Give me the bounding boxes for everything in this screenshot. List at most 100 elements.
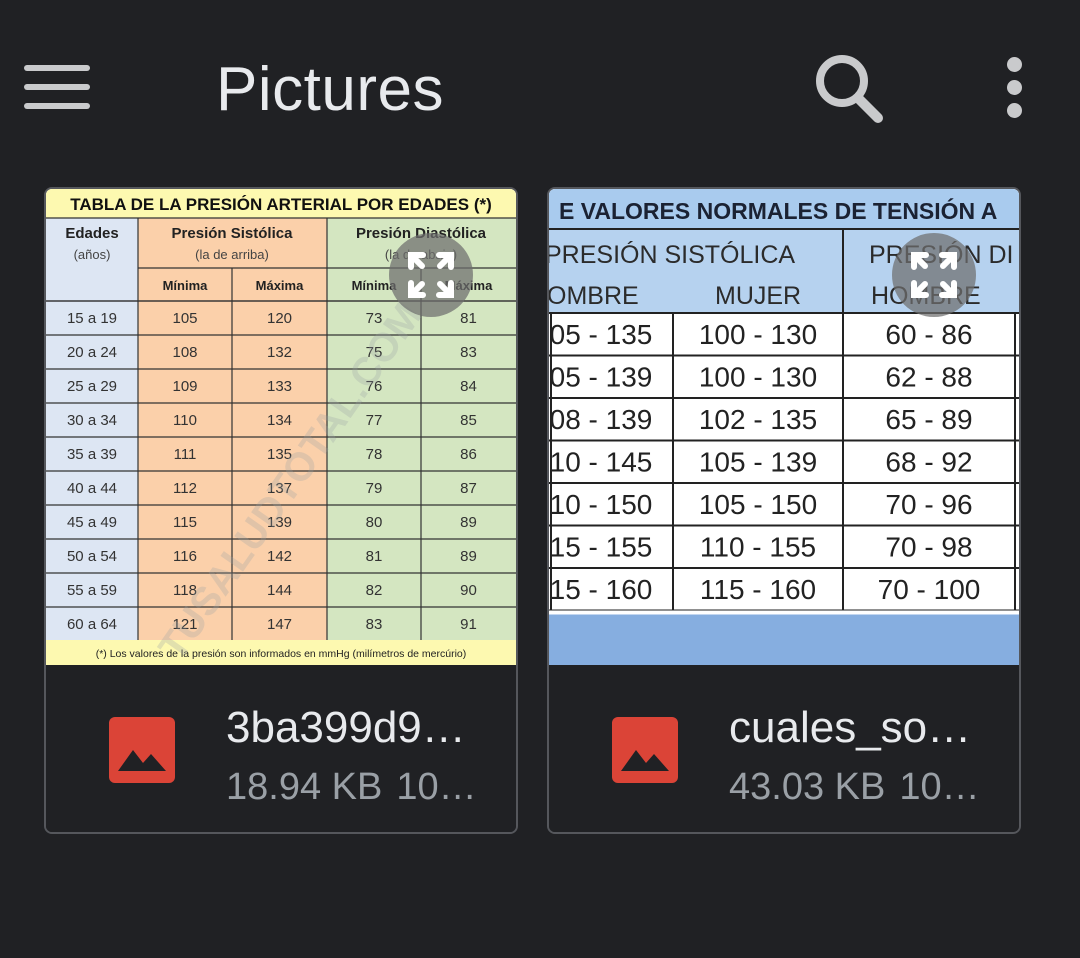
header-systolic: PRESIÓN SISTÓLICA xyxy=(549,240,795,269)
header-ages-sub: (años) xyxy=(74,247,111,262)
table-cell: 60 a 64 xyxy=(67,616,117,633)
header-mujer: MUJER xyxy=(715,282,801,310)
table-cell: 15 - 155 xyxy=(550,532,653,563)
table-cell: 79 xyxy=(366,480,383,497)
table-cell: 144 xyxy=(267,582,292,599)
file-info: cuales_so… 43.03 KB 10… xyxy=(549,665,1019,832)
table-title: TABLA DE LA PRESIÓN ARTERIAL POR EDADES … xyxy=(70,195,492,214)
table-cell: 30 a 34 xyxy=(67,412,117,429)
table-cell: 77 xyxy=(366,412,383,429)
table-cell: 70 - 96 xyxy=(885,489,972,520)
table-cell: 91 xyxy=(460,616,477,633)
table-cell: 05 - 135 xyxy=(550,319,653,350)
file-card[interactable]: TABLA DE LA PRESIÓN ARTERIAL POR EDADES … xyxy=(44,187,518,834)
footnote: (*) Los valores de la presión son inform… xyxy=(96,648,467,660)
table-cell: 108 xyxy=(172,344,197,361)
app-bar: Pictures xyxy=(0,0,1080,170)
table-cell: 109 xyxy=(172,378,197,395)
table-cell: 102 - 135 xyxy=(699,404,817,435)
footer-gap xyxy=(549,610,1019,615)
table-cell: 110 - 155 xyxy=(700,532,816,563)
table-cell: 70 - 100 xyxy=(878,574,981,605)
table-cell: 85 xyxy=(460,412,477,429)
file-card[interactable]: E VALORES NORMALES DE TENSIÓN A PRESIÓN S… xyxy=(547,187,1021,834)
file-name: cuales_so… xyxy=(729,703,972,752)
table-cell: 65 - 89 xyxy=(885,404,972,435)
table-cell: 80 xyxy=(366,514,383,531)
more-vert-icon[interactable] xyxy=(990,50,1040,126)
header-ages: Edades xyxy=(65,225,118,242)
file-size: 18.94 KB xyxy=(226,766,383,808)
table-cell: 20 a 24 xyxy=(67,344,117,361)
table-cell: 10 - 145 xyxy=(550,447,653,478)
table-cell: 116 xyxy=(173,548,197,565)
table-cell: 105 - 139 xyxy=(699,447,817,478)
header-hombre: OMBRE xyxy=(549,282,639,310)
table-cell: 35 a 39 xyxy=(67,446,117,463)
table-cell: 62 - 88 xyxy=(885,362,972,393)
header-systolic: Presión Sistólica xyxy=(172,225,294,242)
table-cell: 68 - 92 xyxy=(885,447,972,478)
header-systolic-sub: (la de arriba) xyxy=(195,247,269,262)
subheader-label: Mínima xyxy=(163,278,209,293)
table-cell: 86 xyxy=(460,446,477,463)
table-cell: 15 - 160 xyxy=(550,574,653,605)
table-title: E VALORES NORMALES DE TENSIÓN A xyxy=(559,197,997,224)
table-cell: 84 xyxy=(460,378,477,395)
file-details: 43.03 KB 10… xyxy=(729,763,994,811)
file-thumbnail[interactable]: E VALORES NORMALES DE TENSIÓN A PRESIÓN S… xyxy=(549,189,1019,665)
table-cell: 132 xyxy=(267,344,292,361)
age-column-bg xyxy=(46,218,138,640)
table-cell: 105 - 150 xyxy=(699,489,817,520)
table-cell: 08 - 139 xyxy=(550,404,653,435)
table-cell: 90 xyxy=(460,582,477,599)
table-cell: 60 - 86 xyxy=(885,319,972,350)
table-cell: 83 xyxy=(460,344,477,361)
table-cell: 10 - 150 xyxy=(550,489,653,520)
table-cell: 83 xyxy=(366,616,383,633)
table-cell: 105 xyxy=(172,310,197,327)
table-cell: 120 xyxy=(267,310,292,327)
table-cell: 05 - 139 xyxy=(550,362,653,393)
table-cell: 112 xyxy=(173,480,197,497)
table-cell: 81 xyxy=(366,548,383,565)
table-cell: 82 xyxy=(366,582,383,599)
table-cell: 111 xyxy=(174,446,197,463)
table-cell: 89 xyxy=(460,514,477,531)
expand-icon[interactable] xyxy=(389,233,473,317)
footer-bg xyxy=(549,614,1019,665)
table-cell: 142 xyxy=(267,548,292,565)
page-title: Pictures xyxy=(216,55,444,124)
table-cell: 40 a 44 xyxy=(67,480,117,497)
table-cell: 134 xyxy=(267,412,292,429)
subheader-label: Máxima xyxy=(256,278,304,293)
image-file-icon xyxy=(612,717,678,783)
expand-icon[interactable] xyxy=(892,233,976,317)
table-cell: 70 - 98 xyxy=(885,532,972,563)
file-details: 18.94 KB 10… xyxy=(226,763,491,811)
table-cell: 100 - 130 xyxy=(699,319,817,350)
table-cell: 89 xyxy=(460,548,477,565)
file-name: 3ba399d9… xyxy=(226,703,466,752)
file-date: 10… xyxy=(396,766,477,808)
file-thumbnail[interactable]: TABLA DE LA PRESIÓN ARTERIAL POR EDADES … xyxy=(46,189,516,665)
hamburger-menu-icon[interactable] xyxy=(18,55,96,119)
file-size: 43.03 KB xyxy=(729,766,886,808)
table-cell: 87 xyxy=(460,480,477,497)
table-cell: 78 xyxy=(366,446,383,463)
file-info: 3ba399d9… 18.94 KB 10… xyxy=(46,665,516,832)
table-cell: 110 xyxy=(173,412,197,429)
table-cell: 133 xyxy=(267,378,292,395)
table-cell: 147 xyxy=(267,616,292,633)
table-cell: 115 - 160 xyxy=(700,574,816,605)
table-cell: 115 xyxy=(173,514,197,531)
image-file-icon xyxy=(109,717,175,783)
table-cell: 50 a 54 xyxy=(67,548,117,565)
table-cell: 100 - 130 xyxy=(699,362,817,393)
table-cell: 15 a 19 xyxy=(67,310,117,327)
table-cell: 55 a 59 xyxy=(67,582,117,599)
file-date: 10… xyxy=(899,766,980,808)
search-icon[interactable] xyxy=(806,48,890,128)
table-cell: 45 a 49 xyxy=(67,514,117,531)
table-cell: 25 a 29 xyxy=(67,378,117,395)
